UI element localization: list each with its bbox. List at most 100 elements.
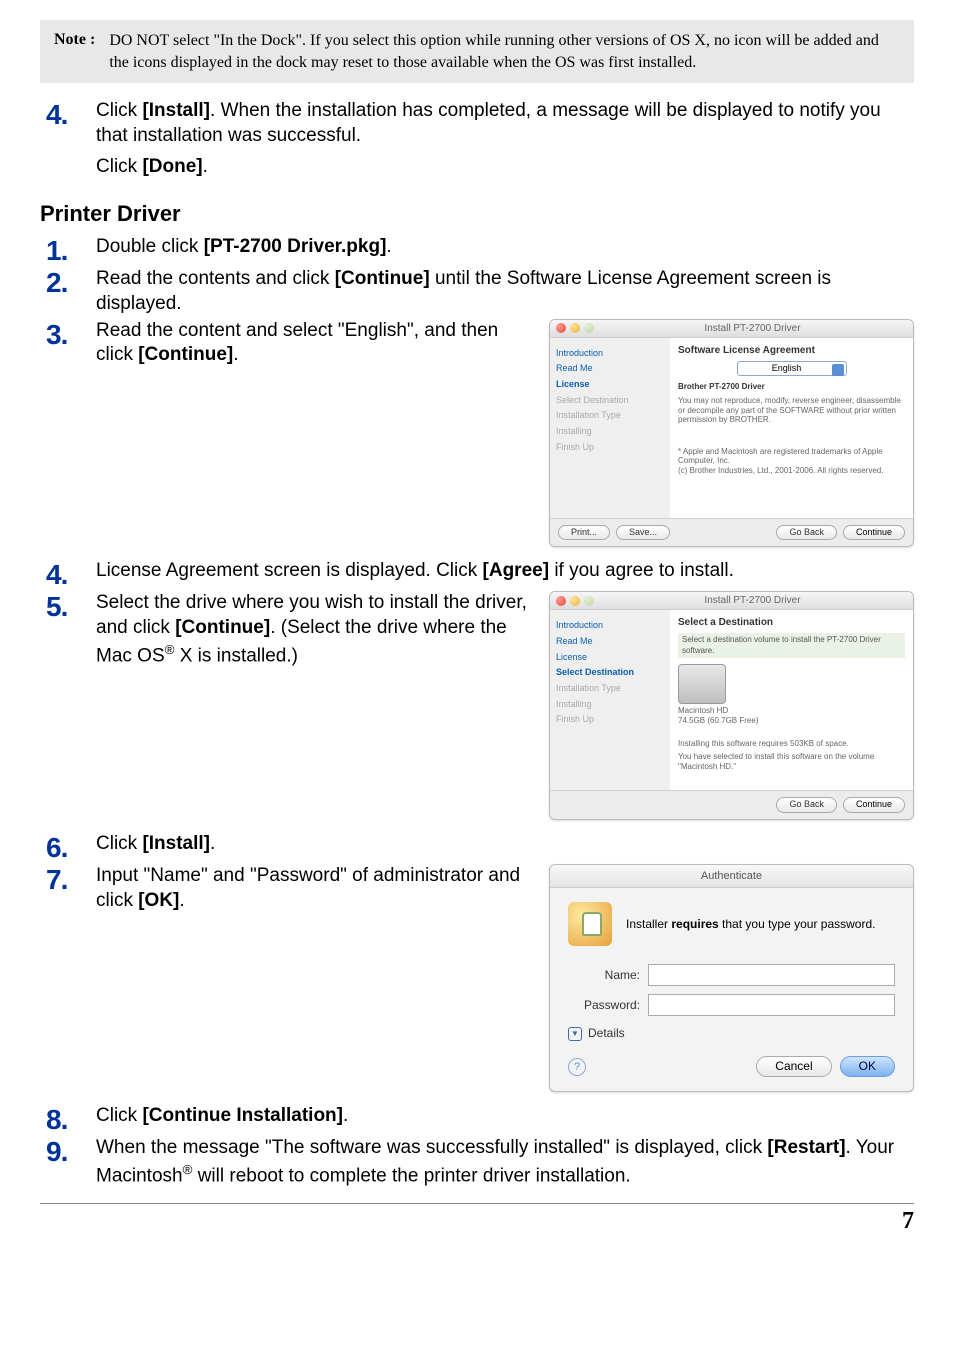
dialog-titlebar: Install PT-2700 Driver [550,592,913,610]
zoom-icon [584,596,594,606]
authenticate-dialog: Authenticate Installer requires that you… [549,864,914,1092]
minimize-icon[interactable] [570,596,580,606]
close-icon[interactable] [556,323,566,333]
name-label: Name: [568,968,648,984]
agree-keyword: [Agree] [483,560,550,581]
details-label: Details [588,1026,625,1042]
go-back-button[interactable]: Go Back [776,525,837,541]
license-text-1: You may not reproduce, modify, reverse e… [678,396,905,425]
step-number: 4. [40,559,96,589]
text: . [179,890,184,911]
password-label: Password: [568,998,648,1014]
dialog-title: Install PT-2700 Driver [598,322,907,335]
step-7: 7. Input "Name" and "Password" of admini… [40,864,914,1092]
select-destination-dialog-screenshot: Install PT-2700 Driver Introduction Read… [544,591,914,820]
text: . [210,833,215,854]
note-box: Note : DO NOT select "In the Dock". If y… [40,20,914,83]
continue-button[interactable]: Continue [843,797,905,813]
step-body: Read the contents and click [Continue] u… [96,267,914,316]
volume-free: 74.5GB (60.7GB Free) [678,716,905,726]
name-field[interactable] [648,964,895,986]
step-number: 6. [40,832,96,862]
sidebar-item-readme: Read Me [556,361,664,377]
dialog-button-row: Go Back Continue [550,790,913,819]
sidebar-item-readme: Read Me [556,634,664,650]
zoom-icon [584,323,594,333]
registered-mark: ® [183,1162,193,1177]
step-1: 1. Double click [PT-2700 Driver.pkg]. [40,235,914,265]
text: Click [96,833,142,854]
sidebar-item-license: License [556,377,664,393]
step-body: Select the drive where you wish to insta… [96,591,914,820]
step-2: 2. Read the contents and click [Continue… [40,267,914,316]
dialog-heading: Select a Destination [678,616,905,629]
text: License Agreement screen is displayed. C… [96,560,483,581]
registered-mark: ® [165,642,175,657]
step-body: Input "Name" and "Password" of administr… [96,864,914,1092]
step-8: 8. Click [Continue Installation]. [40,1104,914,1134]
sidebar-item-finish-up: Finish Up [556,712,664,728]
page-number: 7 [40,1203,914,1235]
authenticate-dialog-screenshot: Authenticate Installer requires that you… [544,864,914,1092]
restart-keyword: [Restart] [767,1137,845,1158]
step-body: License Agreement screen is displayed. C… [96,559,914,584]
minimize-icon[interactable] [570,323,580,333]
text: When the message "The software was succe… [96,1137,767,1158]
text: Read the contents and click [96,268,335,289]
disclosure-triangle-icon: ▼ [568,1027,582,1041]
dialog-main: Software License Agreement English Broth… [670,338,913,518]
close-icon[interactable] [556,596,566,606]
step-body: Click [Install]. When the installation h… [96,99,914,179]
password-field[interactable] [648,994,895,1016]
print-button[interactable]: Print... [558,525,610,541]
text: will reboot to complete the printer driv… [192,1166,630,1187]
step-5: 5. Select the drive where you wish to in… [40,591,914,820]
step-body: Read the content and select "English", a… [96,319,914,548]
step-text: Input "Name" and "Password" of administr… [96,864,534,913]
sidebar-item-select-destination: Select Destination [556,393,664,409]
pkg-name: [PT-2700 Driver.pkg] [204,236,387,257]
auth-message: Installer requires that you type your pa… [626,917,875,933]
text: if you agree to install. [549,560,734,581]
text: X is installed.) [174,645,298,666]
space-required-text: Installing this software requires 503KB … [678,739,905,749]
text: . When the installation has completed, a… [96,100,881,146]
installer-dialog-destination: Install PT-2700 Driver Introduction Read… [549,591,914,820]
install-keyword: [Install] [142,833,210,854]
ok-button[interactable]: OK [840,1056,895,1078]
ok-keyword: [OK] [138,890,179,911]
sidebar-item-introduction: Introduction [556,346,664,362]
language-select[interactable]: English [678,361,905,377]
step-number: 3. [40,319,96,349]
text: Click [96,156,142,177]
text: . [203,156,208,177]
text: Click [96,1105,142,1126]
volume-icon[interactable] [678,664,726,704]
continue-installation-keyword: [Continue Installation] [142,1105,343,1126]
dialog-button-row: Print... Save... Go Back Continue [550,518,913,547]
step-number: 7. [40,864,96,894]
step-number: 8. [40,1104,96,1134]
go-back-button[interactable]: Go Back [776,797,837,813]
sidebar-item-installation-type: Installation Type [556,408,664,424]
auth-title: Authenticate [550,865,913,888]
step-number: 1. [40,235,96,265]
help-icon[interactable]: ? [568,1058,586,1076]
save-button[interactable]: Save... [616,525,670,541]
continue-button[interactable]: Continue [843,525,905,541]
cancel-button[interactable]: Cancel [756,1056,831,1078]
text: Installer requires that you type your pa… [626,917,875,931]
continue-keyword: [Continue] [335,268,430,289]
dialog-subheading: Select a destination volume to install t… [678,633,905,658]
step-3: 3. Read the content and select "English"… [40,319,914,548]
text: . [386,236,391,257]
license-text-2: * Apple and Macintosh are registered tra… [678,447,905,476]
continue-keyword: [Continue] [175,617,270,638]
sidebar-item-license: License [556,650,664,666]
step-body: Double click [PT-2700 Driver.pkg]. [96,235,914,260]
dialog-main: Select a Destination Select a destinatio… [670,610,913,790]
product-title: Brother PT-2700 Driver [678,382,905,392]
sidebar-item-installation-type: Installation Type [556,681,664,697]
sidebar-item-introduction: Introduction [556,618,664,634]
details-disclosure[interactable]: ▼ Details [568,1026,895,1042]
